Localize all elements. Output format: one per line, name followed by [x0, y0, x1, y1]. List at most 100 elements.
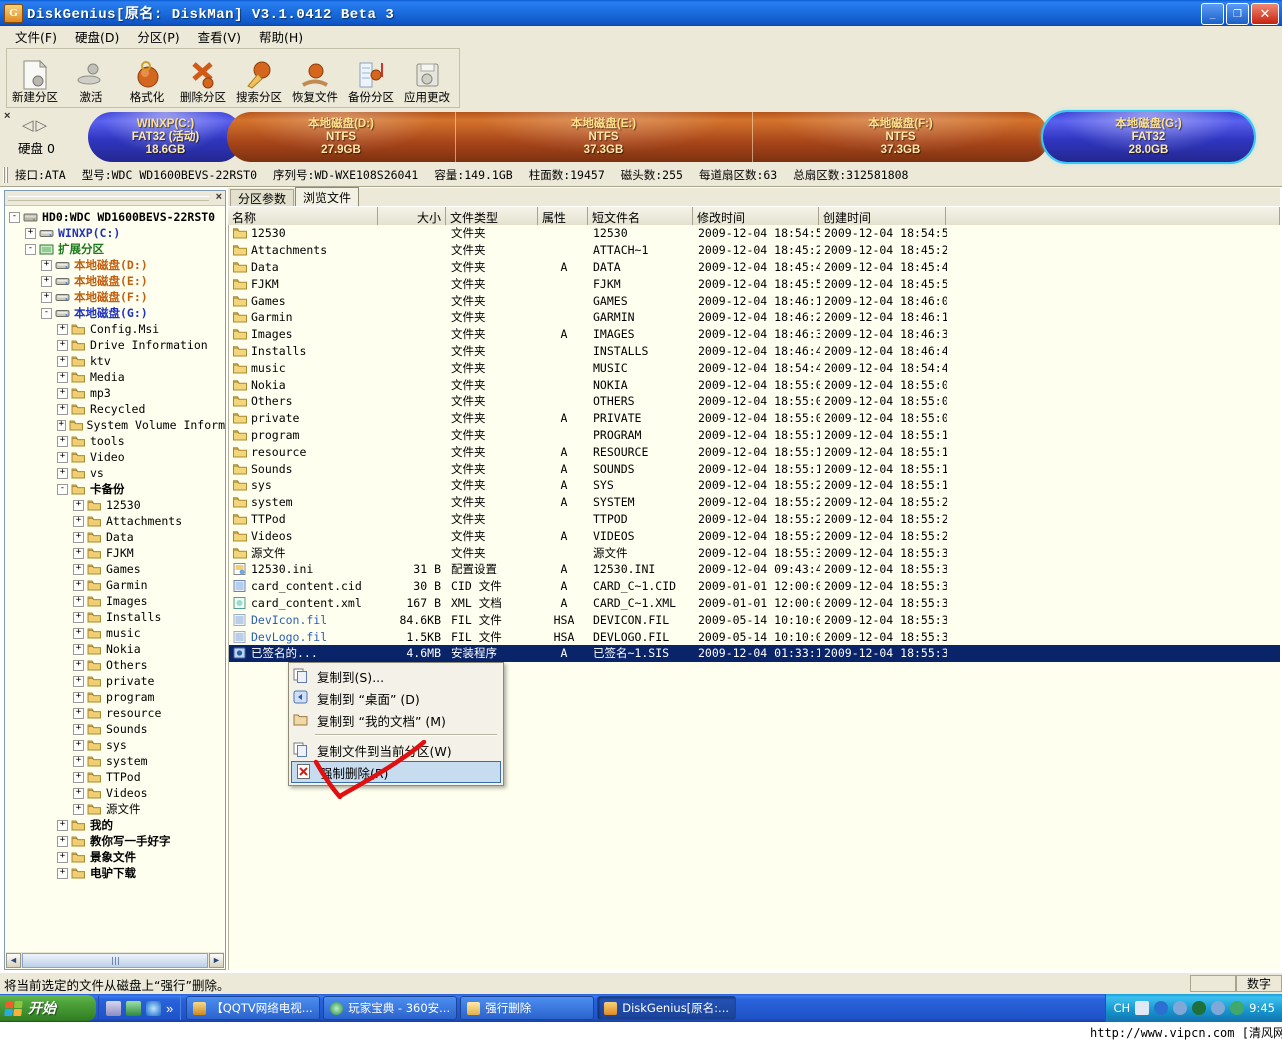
context-menu-item[interactable]: 强制删除(R)	[291, 761, 501, 783]
tree-node[interactable]: + Media	[9, 369, 225, 385]
tree-node[interactable]: + 本地磁盘(D:)	[9, 257, 225, 273]
tree-expander[interactable]: +	[57, 819, 68, 831]
minimize-button[interactable]: _	[1201, 3, 1224, 25]
tree-expander[interactable]: +	[57, 451, 68, 463]
menu-item-help[interactable]: 帮助(H)	[250, 25, 312, 48]
column-header-mtime[interactable]: 修改时间	[693, 207, 819, 226]
tree-node[interactable]: + Attachments	[9, 513, 225, 529]
tree-node[interactable]: + 景象文件	[9, 849, 225, 865]
table-row[interactable]: Nokia 文件夹 NOKIA 2009-12-04 18:55:04 2009-12-…	[229, 376, 1280, 393]
task-button-qqtv[interactable]: 【QQTV网络电视...	[186, 996, 321, 1020]
column-header-attr[interactable]: 属性	[538, 207, 588, 226]
tree-expander[interactable]: +	[57, 835, 68, 847]
tree-node[interactable]: + 我的	[9, 817, 225, 833]
clock[interactable]: 9:45	[1249, 1001, 1275, 1015]
internet-explorer-icon[interactable]	[146, 1000, 161, 1016]
file-list[interactable]: 12530 文件夹 12530 2009-12-04 18:54:58 2009-12-…	[228, 225, 1280, 970]
task-button-force-delete[interactable]: 强行删除	[460, 996, 595, 1020]
tree-expander[interactable]: +	[57, 323, 68, 335]
table-row[interactable]: Images 文件夹 A IMAGES 2009-12-04 18:46:38 2009-…	[229, 326, 1280, 343]
tree-node[interactable]: + sys	[9, 737, 225, 753]
table-row[interactable]: Games 文件夹 GAMES 2009-12-04 18:46:10 2009-12-…	[229, 292, 1280, 309]
partition-block-f[interactable]: 本地磁盘(F:) NTFS 37.3GB	[752, 112, 1049, 162]
tree-node[interactable]: + FJKM	[9, 545, 225, 561]
tree-expander[interactable]: +	[57, 867, 68, 879]
tree-node[interactable]: + Images	[9, 593, 225, 609]
tree-expander[interactable]: +	[41, 259, 52, 271]
tree-node[interactable]: + resource	[9, 705, 225, 721]
table-row[interactable]: card_content.cid 30 B CID 文件 A CARD_C~1.CID 2…	[229, 578, 1280, 595]
column-header-name[interactable]: 名称	[228, 207, 378, 226]
tree-node[interactable]: + 教你写一手好字	[9, 833, 225, 849]
table-row[interactable]: Data 文件夹 A DATA 2009-12-04 18:45:46 2009-12-0…	[229, 259, 1280, 276]
tree-expander[interactable]: +	[73, 691, 84, 703]
start-button[interactable]: 开始	[0, 995, 96, 1021]
toolbar-delete-partition[interactable]: 删除分区	[175, 49, 231, 105]
task-button-browser[interactable]: 玩家宝典 - 360安...	[323, 996, 458, 1020]
menu-item-file[interactable]: 文件(F)	[6, 25, 66, 48]
context-menu-item[interactable]: 复制到 “桌面” (D)	[289, 687, 503, 709]
tree-node[interactable]: - HD0:WDC WD1600BEVS-22RST0	[9, 209, 225, 225]
table-row[interactable]: 12530 文件夹 12530 2009-12-04 18:54:58 2009-12-…	[229, 225, 1280, 242]
partition-block-c[interactable]: WINXP(C:) FAT32 (活动) 18.6GB	[88, 112, 243, 162]
tree-node[interactable]: + Config.Msi	[9, 321, 225, 337]
tree-node[interactable]: + Others	[9, 657, 225, 673]
tree-node[interactable]: + Garmin	[9, 577, 225, 593]
tab-partition-params[interactable]: 分区参数	[230, 189, 295, 206]
tree-node[interactable]: + music	[9, 625, 225, 641]
tree-expander[interactable]: +	[73, 787, 84, 799]
shield-icon[interactable]	[1192, 1001, 1207, 1015]
tree-expander[interactable]: +	[57, 435, 68, 447]
more-chevron-icon[interactable]: »	[166, 1001, 173, 1016]
tree-expander[interactable]: -	[25, 243, 36, 255]
tree-node[interactable]: + 电驴下载	[9, 865, 225, 881]
update-icon[interactable]	[1211, 1001, 1226, 1015]
partition-block-d[interactable]: 本地磁盘(D:) NTFS 27.9GB	[227, 112, 455, 162]
table-row[interactable]: resource 文件夹 A RESOURCE 2009-12-04 18:55:16 2…	[229, 443, 1280, 460]
table-row[interactable]: DevIcon.fil 84.6KB FIL 文件 HSA DEVICON.FIL 200…	[229, 611, 1280, 628]
tree-expander[interactable]: +	[73, 611, 84, 623]
menu-item-harddisk[interactable]: 硬盘(D)	[66, 25, 128, 48]
tree-expander[interactable]: +	[57, 403, 68, 415]
task-button-diskgenius[interactable]: DiskGenius[原名:...	[597, 996, 737, 1020]
column-header-size[interactable]: 大小	[378, 207, 446, 226]
tree-expander[interactable]: -	[57, 483, 68, 495]
tree-node[interactable]: + mp3	[9, 385, 225, 401]
ime-indicator[interactable]: CH	[1113, 1001, 1130, 1015]
tree-expander[interactable]: +	[73, 739, 84, 751]
tree-node[interactable]: + Recycled	[9, 401, 225, 417]
column-header-type[interactable]: 文件类型	[446, 207, 538, 226]
tree-node[interactable]: + system	[9, 753, 225, 769]
tree-node[interactable]: - 本地磁盘(G:)	[9, 305, 225, 321]
tree-node[interactable]: + vs	[9, 465, 225, 481]
tree-expander[interactable]: +	[73, 643, 84, 655]
tree-node[interactable]: + 本地磁盘(E:)	[9, 273, 225, 289]
scroll-left-icon[interactable]: ◄	[6, 952, 22, 968]
tree-expander[interactable]: +	[73, 755, 84, 767]
context-menu-item[interactable]: 复制到 “我的文档” (M)	[289, 709, 503, 731]
maximize-button[interactable]: ❐	[1226, 3, 1249, 25]
table-row[interactable]: Sounds 文件夹 A SOUNDS 2009-12-04 18:55:18 2009-…	[229, 460, 1280, 477]
tree-hscrollbar[interactable]: ◄ ►	[6, 952, 225, 968]
table-row[interactable]: sys 文件夹 A SYS 2009-12-04 18:55:20 2009-12-04 …	[229, 477, 1280, 494]
toolbar-apply-changes[interactable]: 应用更改	[399, 49, 455, 105]
tree-expander[interactable]: -	[41, 307, 52, 319]
partition-block-g[interactable]: 本地磁盘(G:) FAT32 28.0GB	[1041, 110, 1256, 164]
tree-node[interactable]: + Installs	[9, 609, 225, 625]
tree-node[interactable]: + Sounds	[9, 721, 225, 737]
next-disk-icon[interactable]: ▷	[36, 117, 50, 134]
tree-node[interactable]: + System Volume Inform	[9, 417, 225, 433]
tree-expander[interactable]: +	[73, 531, 84, 543]
network-icon[interactable]	[1173, 1001, 1188, 1015]
context-menu-item[interactable]: 复制文件到当前分区(W)	[289, 739, 503, 761]
table-row[interactable]: Others 文件夹 OTHERS 2009-12-04 18:55:04 2009-1…	[229, 393, 1280, 410]
tree-expander[interactable]: +	[73, 563, 84, 575]
disk-map-close-icon[interactable]: ×	[4, 110, 10, 122]
tree-expander[interactable]: +	[57, 851, 68, 863]
context-menu-item[interactable]: 复制到(S)...	[289, 665, 503, 687]
tree-node[interactable]: + Video	[9, 449, 225, 465]
tree-expander[interactable]: +	[73, 675, 84, 687]
column-header-shortname[interactable]: 短文件名	[588, 207, 693, 226]
tree-expander[interactable]: +	[57, 371, 68, 383]
tree-node[interactable]: + WINXP(C:)	[9, 225, 225, 241]
